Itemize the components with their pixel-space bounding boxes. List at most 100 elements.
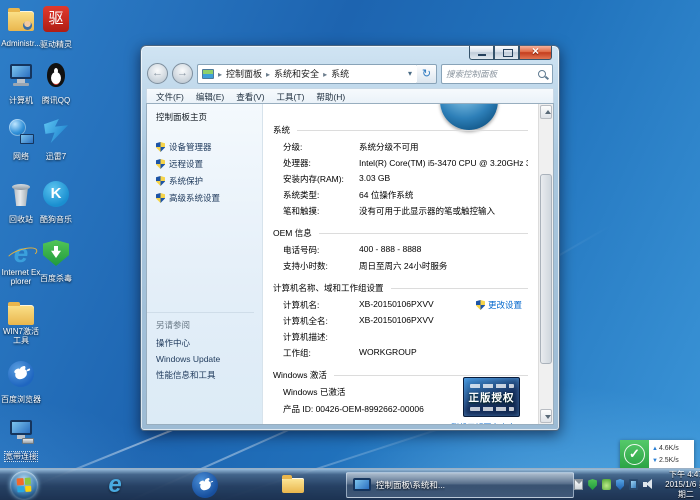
sidebar-item-label: 高级系统设置 xyxy=(169,192,220,204)
scrollbar-thumb[interactable] xyxy=(540,174,552,364)
system-type-value: 64 位操作系统 xyxy=(359,189,413,201)
sidebar-item-system-protection[interactable]: 系统保护 xyxy=(156,175,262,187)
upload-speed: 4.6K/s xyxy=(659,445,679,452)
sidebar-item-control-panel-home[interactable]: 控制面板主页 xyxy=(156,111,262,123)
scroll-up-icon[interactable] xyxy=(540,105,552,119)
taskbar-task-control-panel[interactable]: 控制面板\系统和... xyxy=(346,472,574,498)
vertical-scrollbar[interactable] xyxy=(538,104,553,424)
ram-value: 3.03 GB xyxy=(359,173,390,185)
taskbar-explorer-icon[interactable] xyxy=(280,472,306,498)
desktop-icon-label: 回收站 xyxy=(9,215,33,224)
sidebar-item-advanced-settings[interactable]: 高级系统设置 xyxy=(156,192,262,204)
desktop-icon-baidu-antivirus[interactable]: 百度杀毒 xyxy=(36,240,76,286)
desktop-icon-label: WIN7激活工具 xyxy=(1,327,41,345)
admin-folder-icon xyxy=(8,11,34,31)
desktop-icon-xunlei[interactable]: 迅雷7 xyxy=(36,118,76,164)
minimize-button[interactable] xyxy=(469,46,494,60)
field-label: 系统类型: xyxy=(283,189,359,201)
section-title: 计算机名称、域和工作组设置 xyxy=(273,282,384,294)
net-speed-widget[interactable]: ▲4.6K/s ▼2.5K/s xyxy=(620,440,694,469)
desktop-icon-baidu-browser[interactable]: 百度浏览器 xyxy=(1,361,41,407)
sidebar-item-label: 远程设置 xyxy=(169,158,203,170)
search-input[interactable] xyxy=(442,69,538,79)
field-label: 笔和触摸: xyxy=(283,205,359,217)
desktop-icon-label: 计算机 xyxy=(9,96,33,105)
sidebar-item-performance-tools[interactable]: 性能信息和工具 xyxy=(156,369,254,381)
sidebar-item-action-center[interactable]: 操作中心 xyxy=(156,337,254,349)
back-button[interactable]: ← xyxy=(147,63,168,84)
desktop: Administr... 计算机 网络 回收站 e Internet Explo… xyxy=(0,0,700,500)
sidebar-item-device-manager[interactable]: 设备管理器 xyxy=(156,141,262,153)
message-icon[interactable] xyxy=(574,479,583,490)
desktop-icon-kugou[interactable]: 酷狗音乐 xyxy=(36,181,76,227)
address-dropdown-icon[interactable]: ▾ xyxy=(405,69,415,78)
desktop-icon-internet-explorer[interactable]: e Internet Explorer xyxy=(1,240,41,289)
clock-time: 下午 4:47 xyxy=(663,470,700,480)
sidebar-item-remote-settings[interactable]: 远程设置 xyxy=(156,158,262,170)
breadcrumb-system-security[interactable]: 系统和安全 xyxy=(264,67,321,80)
menu-file[interactable]: 文件(F) xyxy=(151,90,189,104)
sidebar-item-label: 系统保护 xyxy=(169,175,203,187)
kugou-icon xyxy=(43,181,69,207)
address-bar[interactable]: 控制面板 系统和安全 系统 ▾ xyxy=(197,64,418,84)
ie-icon: e xyxy=(8,240,34,266)
rating-link[interactable]: 系统分级不可用 xyxy=(359,141,419,153)
uac-shield-icon xyxy=(156,159,165,169)
desktop-icon-label: Internet Explorer xyxy=(1,268,41,286)
desktop-icon-label: 酷狗音乐 xyxy=(40,215,72,224)
desktop-icon-computer[interactable]: 计算机 xyxy=(1,62,41,108)
uac-shield-icon xyxy=(156,176,165,186)
antivirus-shield-icon[interactable] xyxy=(588,479,597,490)
desktop-icon-broadband[interactable]: 宽带连接 xyxy=(1,418,41,464)
search-icon[interactable] xyxy=(538,70,546,78)
close-button[interactable] xyxy=(519,46,552,60)
pen-touch-value: 没有可用于此显示器的笔或触控输入 xyxy=(359,205,495,217)
taskbar-ie-icon[interactable] xyxy=(102,472,128,498)
menu-tools[interactable]: 工具(T) xyxy=(272,90,310,104)
section-title: Windows 激活 xyxy=(273,369,327,381)
desktop-icon-recycle-bin[interactable]: 回收站 xyxy=(1,181,41,227)
search-box[interactable] xyxy=(441,64,553,84)
section-activation: Windows 激活 Windows 已激活 产品 ID: 00426-OEM-… xyxy=(273,369,528,415)
sidebar-item-windows-update[interactable]: Windows Update xyxy=(156,354,254,364)
baidu-browser-icon xyxy=(8,361,34,387)
desktop-icon-qq[interactable]: 腾讯QQ xyxy=(36,62,76,108)
learn-more-link[interactable]: 联机了解更多内容... xyxy=(451,422,522,424)
system-window: ← → 控制面板 系统和安全 系统 ▾ ↻ 文件(F) 编辑(E) 查看(V) … xyxy=(140,45,560,431)
breadcrumb-system[interactable]: 系统 xyxy=(321,67,351,80)
change-settings-link[interactable]: 更改设置 xyxy=(476,299,522,311)
breadcrumb-control-panel[interactable]: 控制面板 xyxy=(216,67,264,80)
sidebar: 控制面板主页 设备管理器 远程设置 系统保护 高级系统设置 xyxy=(147,104,263,424)
taskbar-baidu-browser-icon[interactable] xyxy=(192,472,218,498)
forward-button[interactable]: → xyxy=(172,63,193,84)
taskbar-clock[interactable]: 下午 4:47 2015/1/6 星期二 xyxy=(657,470,700,500)
start-button[interactable] xyxy=(10,471,38,499)
volume-icon[interactable] xyxy=(643,479,652,490)
scroll-down-icon[interactable] xyxy=(540,409,552,423)
section-oem: OEM 信息 电话号码:400 - 888 - 8888 支持小时数:周日至周六… xyxy=(273,227,528,272)
change-settings-label: 更改设置 xyxy=(488,299,522,311)
section-system: 系统 分级:系统分级不可用 处理器:Intel(R) Core(TM) i5-3… xyxy=(273,124,528,217)
genuine-badge[interactable]: 正版授权 xyxy=(463,377,520,417)
broadband-icon xyxy=(8,418,34,444)
baidu-antivirus-icon xyxy=(43,240,69,266)
menu-view[interactable]: 查看(V) xyxy=(231,90,269,104)
menu-help[interactable]: 帮助(H) xyxy=(311,90,350,104)
sidebar-item-label: 设备管理器 xyxy=(169,141,212,153)
plugin-icon[interactable] xyxy=(602,479,611,490)
desktop-icon-administrator[interactable]: Administr... xyxy=(1,6,41,51)
menu-edit[interactable]: 编辑(E) xyxy=(191,90,229,104)
control-panel-icon xyxy=(202,69,214,79)
desktop-icon-win7-activator[interactable]: WIN7激活工具 xyxy=(1,300,41,348)
desktop-icon-driver-genius[interactable]: 驱动精灵 xyxy=(36,6,76,52)
field-label: 计算机描述: xyxy=(283,331,359,343)
field-label: 处理器: xyxy=(283,157,359,169)
maximize-button[interactable] xyxy=(494,46,519,60)
desktop-icon-network[interactable]: 网络 xyxy=(1,118,41,164)
qq-shield-icon[interactable] xyxy=(616,479,625,490)
refresh-icon[interactable]: ↻ xyxy=(417,64,437,84)
network-tray-icon[interactable] xyxy=(629,479,638,490)
download-speed: 2.5K/s xyxy=(659,457,679,464)
title-bar[interactable] xyxy=(141,46,559,61)
security-check-icon[interactable] xyxy=(620,440,649,469)
